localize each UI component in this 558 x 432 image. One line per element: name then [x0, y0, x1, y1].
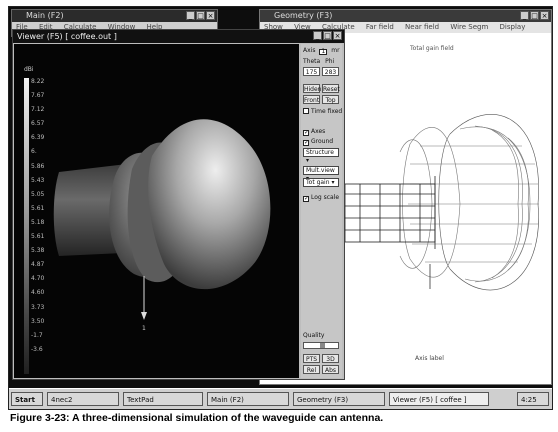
waveguide-can	[344, 176, 436, 249]
slider-thumb[interactable]	[320, 343, 325, 348]
taskbar-geometry[interactable]: Geometry (F3)	[293, 392, 385, 406]
angle-labels: Theta Phi	[303, 58, 335, 65]
top-button[interactable]: Top	[322, 95, 339, 104]
structure-select[interactable]: Structure ▾	[303, 148, 339, 164]
axis-value-field[interactable]: 1	[319, 49, 328, 55]
figure-caption: Figure 3-23: A three-dimensional simulat…	[10, 412, 384, 424]
reset-button[interactable]: Reset	[322, 84, 340, 93]
menu-near-field[interactable]: Near field	[405, 23, 439, 31]
taskbar-textpad[interactable]: TextPad	[123, 392, 203, 406]
phi-field[interactable]: 283	[322, 67, 339, 76]
log-scale-checkbox[interactable]: ✓ Log scale	[303, 194, 339, 202]
close-button[interactable]: ×	[540, 11, 549, 20]
main-window-title: Main (F2)	[26, 11, 64, 20]
menu-display[interactable]: Display	[500, 23, 526, 31]
maximize-button[interactable]: □	[323, 31, 332, 40]
geometry-window-titlebar[interactable]: Geometry (F3) _ □ ×	[260, 10, 551, 22]
quality-slider[interactable]	[303, 342, 339, 349]
feed-label: 1	[142, 325, 146, 332]
geometry-window-title: Geometry (F3)	[274, 11, 333, 20]
close-button[interactable]: ×	[333, 31, 342, 40]
ground-checkbox[interactable]: ✓ Ground	[303, 138, 333, 146]
radiation-pattern-3d: 1	[53, 119, 271, 332]
3d-render-canvas[interactable]: dBi 8.22 7.67 7.12 6.57 6.39 6. 5.86 5.43 5.05 5.…	[14, 44, 299, 378]
minimize-button[interactable]: _	[520, 11, 529, 20]
start-button[interactable]: Start	[11, 392, 43, 406]
maximize-button[interactable]: □	[530, 11, 539, 20]
taskbar-viewer[interactable]: Viewer (F5) [ coffee ]	[389, 392, 489, 406]
menu-wire-segm[interactable]: Wire Segm	[450, 23, 488, 31]
abs-button[interactable]: Abs	[322, 365, 339, 374]
axes-checkbox[interactable]: ✓ Axes	[303, 128, 325, 136]
quality-label: Quality	[303, 332, 325, 339]
viewer-window-title: Viewer (F5) [ coffee.out ]	[17, 32, 117, 41]
pts-button[interactable]: PTS	[303, 354, 320, 363]
taskbar-clock: 4:25	[517, 392, 549, 406]
viewer-window: Viewer (F5) [ coffee.out ] _ □ × dBi 8.2…	[12, 29, 345, 380]
front-button[interactable]: Front	[303, 95, 320, 104]
field-select[interactable]: Tot gain ▾	[303, 178, 339, 187]
screenshot-frame: Main (F2) _ □ × File Edit Calculate Wind…	[8, 6, 553, 410]
wireframe-lobe	[399, 114, 539, 291]
minimize-button[interactable]: _	[186, 11, 195, 20]
axis-label: Axis label	[415, 355, 444, 362]
mode-select[interactable]: Mult.view ▾	[303, 166, 339, 182]
theta-field[interactable]: 175	[303, 67, 320, 76]
close-button[interactable]: ×	[206, 11, 215, 20]
taskbar-main[interactable]: Main (F2)	[207, 392, 289, 406]
viewer-control-panel: Axis 1 mr Theta Phi 175 283 Hiden Reset …	[301, 44, 342, 378]
taskbar-4nec2[interactable]: 4nec2	[47, 392, 119, 406]
axis-row: Axis 1 mr	[303, 47, 340, 55]
time-fixed-checkbox[interactable]: Time fixed	[303, 108, 342, 115]
menu-far-field[interactable]: Far field	[366, 23, 394, 31]
3d-button[interactable]: 3D	[322, 354, 339, 363]
maximize-button[interactable]: □	[196, 11, 205, 20]
viewer-window-titlebar[interactable]: Viewer (F5) [ coffee.out ] _ □ ×	[13, 30, 344, 43]
taskbar: Start 4nec2 TextPad Main (F2) Geometry (…	[9, 388, 552, 409]
main-window-titlebar[interactable]: Main (F2) _ □ ×	[12, 10, 217, 22]
rel-button[interactable]: Rel	[303, 365, 320, 374]
minimize-button[interactable]: _	[313, 31, 322, 40]
desktop: Main (F2) _ □ × File Edit Calculate Wind…	[9, 7, 552, 409]
hidden-button[interactable]: Hiden	[303, 84, 321, 93]
canvas-title: Total gain field	[409, 45, 454, 52]
